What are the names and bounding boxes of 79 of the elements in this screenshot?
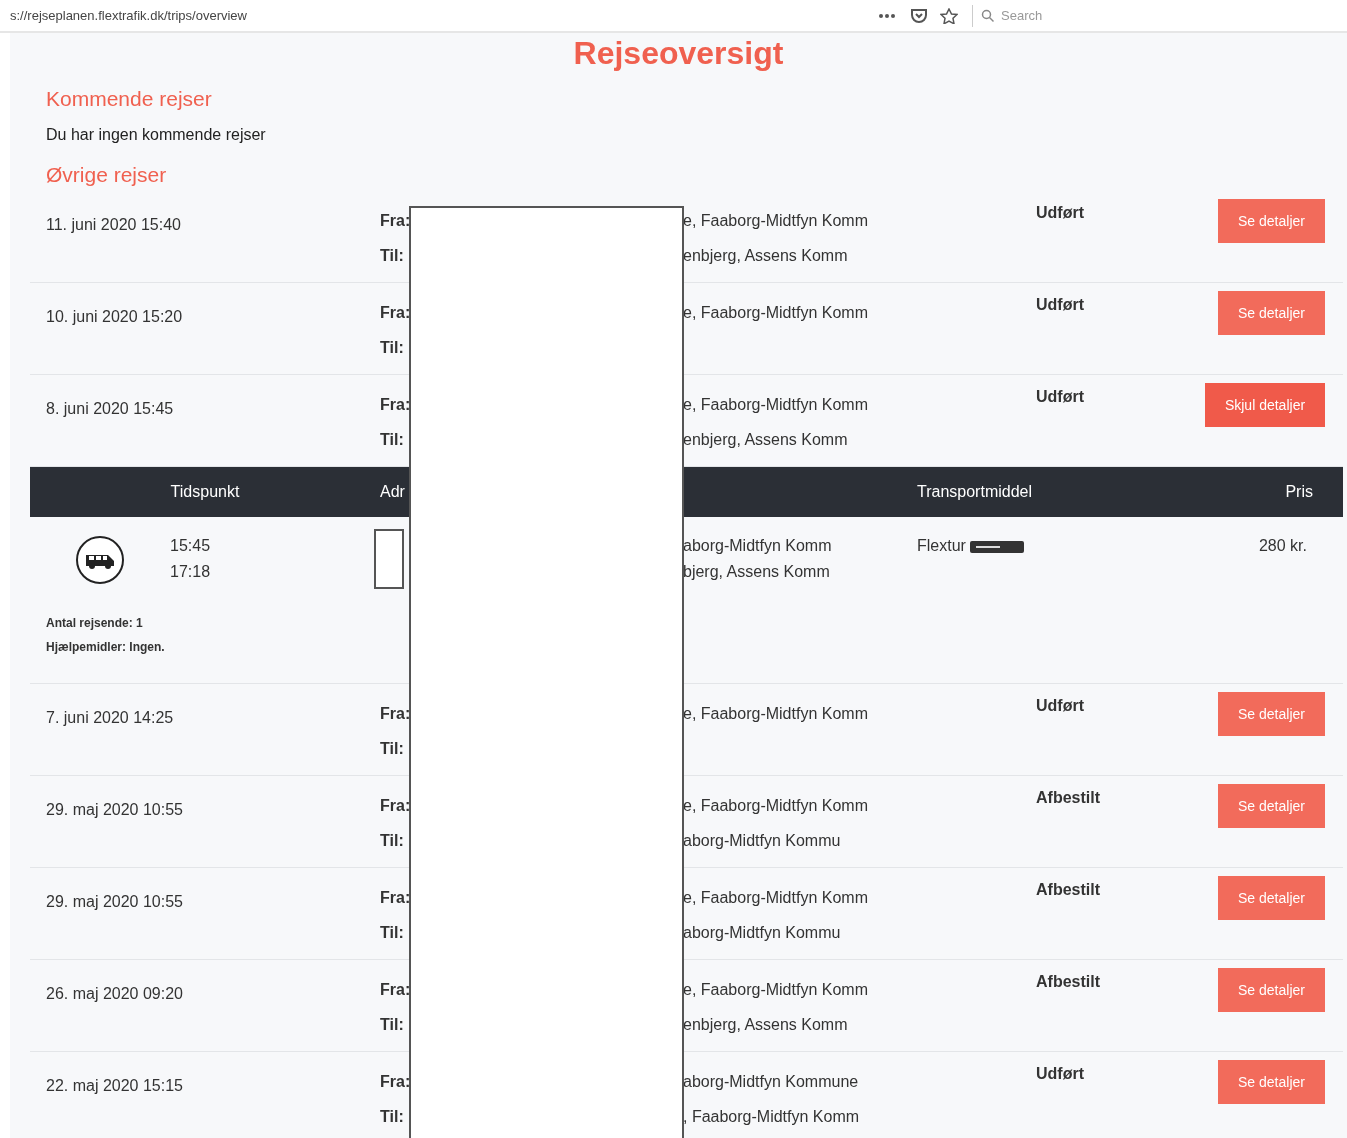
details-button[interactable]: Se detaljer <box>1218 692 1325 736</box>
address-text: e, Faaborg-Midtfyn Komm <box>683 211 869 231</box>
from-label: Fra: <box>380 796 409 816</box>
search-field[interactable]: Search <box>1001 5 1151 26</box>
from-label: Fra: <box>380 980 409 1000</box>
address-text: e, Faaborg-Midtfyn Komm <box>683 395 869 415</box>
trip-date: 11. juni 2020 15:40 <box>46 216 181 233</box>
from-label: Fra: <box>380 395 409 415</box>
address-text: e, Faaborg-Midtfyn Komm <box>683 303 869 323</box>
section-heading: Kommende rejser <box>46 86 213 112</box>
to-label: Til: <box>380 338 405 358</box>
star-icon[interactable] <box>940 7 958 24</box>
from-label: Fra: <box>380 704 409 724</box>
url-text[interactable]: s://rejseplanen.flextrafik.dk/trips/overview <box>0 5 878 26</box>
from-label: Fra: <box>380 211 409 231</box>
status-text: Udført <box>1036 697 1084 714</box>
address-text: e, Faaborg-Midtfyn Komm <box>683 796 869 816</box>
address-text: aborg-Midtfyn Kommune <box>683 1072 860 1092</box>
to-label: Til: <box>380 430 405 450</box>
details-button[interactable]: Se detaljer <box>1218 784 1325 828</box>
details-button[interactable]: Se detaljer <box>1218 1060 1325 1104</box>
to-label: Til: <box>380 246 405 266</box>
trip-date: 29. maj 2020 10:55 <box>46 893 183 910</box>
trip-date: 26. maj 2020 09:20 <box>46 985 183 1002</box>
arrival-time: 17:18 <box>170 562 211 582</box>
redaction-box <box>374 529 404 589</box>
details-button[interactable]: Se detaljer <box>1218 291 1325 335</box>
status-text: Udført <box>1036 296 1084 313</box>
column-header: Adr <box>380 483 405 500</box>
trip-date: 10. juni 2020 15:20 <box>46 308 183 325</box>
transport-text: Flextur <box>917 536 966 556</box>
page-title: Rejseoversigt <box>573 35 784 71</box>
address-text: enbjerg, Assens Komm <box>683 430 849 450</box>
price-text: 280 kr. <box>1258 536 1307 556</box>
address-text: e, Faaborg-Midtfyn Komm <box>683 888 869 908</box>
details-button[interactable]: Se detaljer <box>1218 968 1325 1012</box>
address-text: aborg-Midtfyn Komm <box>683 536 833 556</box>
address-text: aborg-Midtfyn Kommu <box>683 923 842 943</box>
departure-time: 15:45 <box>170 536 211 556</box>
column-header: Transportmiddel <box>917 483 1032 500</box>
status-text: Udført <box>1036 1065 1084 1082</box>
address-text: bjerg, Assens Komm <box>683 562 831 582</box>
trip-date: 22. maj 2020 15:15 <box>46 1077 183 1094</box>
details-button[interactable]: Se detaljer <box>1218 876 1325 920</box>
trip-date: 8. juni 2020 15:45 <box>46 400 174 417</box>
to-label: Til: <box>380 1107 405 1127</box>
van-icon <box>75 535 125 585</box>
to-label: Til: <box>380 923 405 943</box>
status-text: Afbestilt <box>1036 973 1100 990</box>
address-text: e, Faaborg-Midtfyn Komm <box>683 704 869 724</box>
travellers-text: Antal rejsende: 1 <box>46 615 144 632</box>
pocket-icon[interactable] <box>910 7 928 24</box>
address-text: , Faaborg-Midtfyn Komm <box>683 1107 861 1127</box>
address-text: e, Faaborg-Midtfyn Komm <box>683 980 869 1000</box>
address-text: enbjerg, Assens Komm <box>683 1015 849 1035</box>
to-label: Til: <box>380 739 405 759</box>
from-label: Fra: <box>380 303 409 323</box>
details-button[interactable]: Se detaljer <box>1218 199 1325 243</box>
status-text: Udført <box>1036 204 1084 221</box>
trip-date: 7. juni 2020 14:25 <box>46 709 174 726</box>
to-label: Til: <box>380 1015 405 1035</box>
column-header: Pris <box>1285 482 1313 502</box>
status-text: Udført <box>1036 388 1084 405</box>
operator-logo-icon <box>969 541 1024 553</box>
address-text: aborg-Midtfyn Kommu <box>683 831 842 851</box>
from-label: Fra: <box>380 888 409 908</box>
aids-text: Hjælpemidler: Ingen. <box>46 639 166 656</box>
to-label: Til: <box>380 831 405 851</box>
more-icon[interactable] <box>878 12 896 19</box>
trip-date: 29. maj 2020 10:55 <box>46 801 183 818</box>
status-text: Afbestilt <box>1036 789 1100 806</box>
empty-message: Du har ingen kommende rejser <box>46 125 267 145</box>
search-icon <box>981 8 995 23</box>
hide-details-button[interactable]: Skjul detaljer <box>1205 383 1325 427</box>
status-text: Afbestilt <box>1036 881 1100 898</box>
column-header: Tidspunkt <box>170 482 240 502</box>
address-text: enbjerg, Assens Komm <box>683 246 849 266</box>
from-label: Fra: <box>380 1072 409 1092</box>
section-heading: Øvrige rejser <box>46 162 168 188</box>
